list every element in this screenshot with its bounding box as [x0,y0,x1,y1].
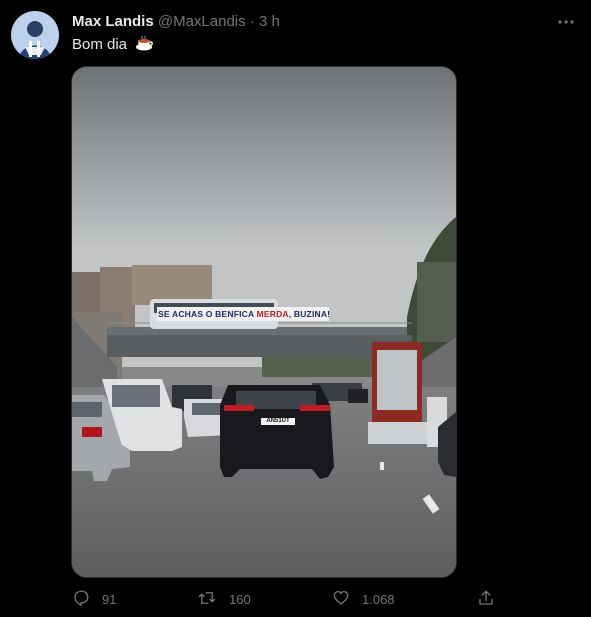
banner-text-part-2: MERDA [256,309,289,319]
share-icon [477,589,507,610]
tweet-text: Bom dia [72,34,154,58]
reply-button[interactable]: 91 [72,588,116,610]
tweet-photo[interactable]: SE ACHAS O BENFICA MERDA, BUZINA! AN51UT [71,66,457,578]
like-count: 1.068 [362,591,395,607]
banner-text-part-1: SE ACHAS O BENFICA [158,309,257,319]
retweet-button[interactable]: 160 [197,588,251,610]
timestamp[interactable]: 3 h [259,13,280,30]
reply-count: 91 [102,591,117,607]
author-name[interactable]: Max Landis [72,13,154,30]
separator-dot: · [249,13,255,30]
like-button[interactable]: 1.068 [332,588,395,610]
banner-text: SE ACHAS O BENFICA MERDA, BUZINA! [158,308,330,321]
license-plate: AN51UT [266,418,290,424]
share-button[interactable] [477,588,507,610]
tweet-text-content: Bom dia [72,36,128,53]
retweet-count: 160 [229,591,251,607]
author-handle[interactable]: @MaxLandis [158,13,246,30]
tweet-actions: 91 160 1.068 [72,588,502,610]
heart-icon [332,589,362,610]
banner-text-part-3: , BUZINA! [288,309,330,319]
avatar[interactable] [11,11,59,59]
tweet-header: Max Landis @MaxLandis · 3 h [72,12,551,32]
retweet-icon [197,589,229,610]
reply-icon [72,589,102,610]
more-options-icon[interactable] [555,12,577,32]
tweet[interactable]: Max Landis @MaxLandis · 3 h Bom dia SE A… [0,0,591,617]
coffee-icon [135,34,154,58]
